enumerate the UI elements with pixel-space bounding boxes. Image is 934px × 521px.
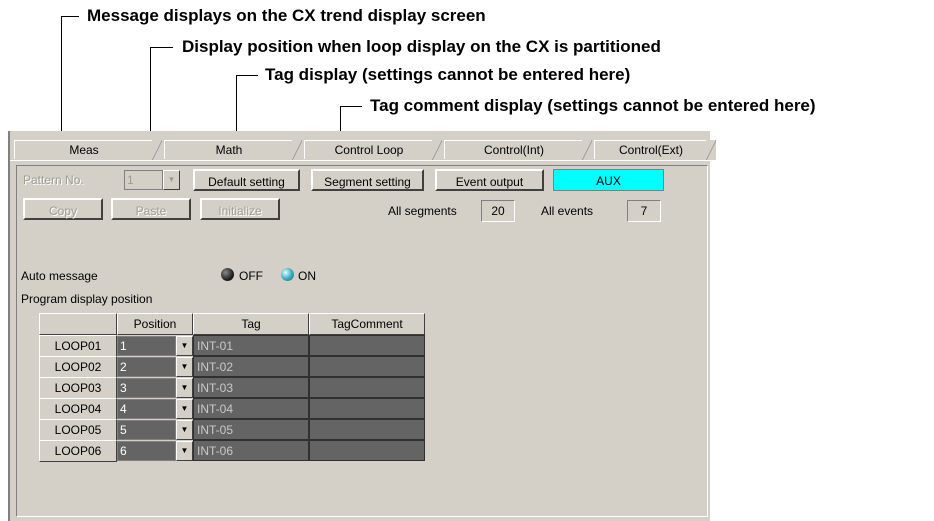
tagcomment-cell bbox=[309, 335, 425, 356]
chevron-down-icon: ▼ bbox=[163, 170, 180, 190]
leader-line-3-h bbox=[236, 75, 258, 76]
tab-control-int[interactable]: Control(Int) bbox=[444, 140, 592, 160]
leader-line-4-h bbox=[340, 106, 362, 107]
leader-line-2-h bbox=[150, 47, 173, 48]
loop-row-header: LOOP01 bbox=[39, 335, 117, 357]
aux-button[interactable]: AUX bbox=[553, 169, 664, 191]
tag-cell: INT-03 bbox=[193, 377, 309, 398]
loop-row-header: LOOP03 bbox=[39, 377, 117, 399]
tab-content: Pattern No. 1 ▼ Default setting Segment … bbox=[16, 165, 708, 517]
tab-control-loop[interactable]: Control Loop bbox=[304, 140, 442, 160]
tag-header: Tag bbox=[193, 313, 309, 335]
tagcomment-cell bbox=[309, 398, 425, 419]
auto-message-off-radio[interactable] bbox=[221, 268, 234, 281]
position-value: 5 bbox=[117, 420, 176, 440]
position-select[interactable]: 6 ▼ bbox=[117, 441, 193, 461]
callout-tag: Tag display (settings cannot be entered … bbox=[265, 65, 631, 84]
tab-math[interactable]: Math bbox=[164, 140, 302, 160]
tag-cell: INT-05 bbox=[193, 419, 309, 440]
tag-cell: INT-04 bbox=[193, 398, 309, 419]
auto-message-on-label: ON bbox=[298, 269, 316, 283]
initialize-button[interactable]: Initialize bbox=[200, 198, 280, 220]
all-segments-label: All segments bbox=[388, 204, 457, 218]
settings-window: Meas Math Control Loop Control(Int) Cont… bbox=[8, 131, 716, 521]
leader-line-1-h bbox=[61, 16, 79, 17]
tab-bar: Meas Math Control Loop Control(Int) Cont… bbox=[10, 140, 716, 160]
position-select[interactable]: 2 ▼ bbox=[117, 357, 193, 377]
tag-cell: INT-01 bbox=[193, 335, 309, 356]
position-value: 4 bbox=[117, 399, 176, 419]
tab-divider bbox=[10, 160, 710, 161]
position-select[interactable]: 1 ▼ bbox=[117, 336, 193, 356]
position-header: Position bbox=[117, 313, 193, 335]
callout-auto-message: Message displays on the CX trend display… bbox=[87, 6, 486, 25]
paste-button[interactable]: Paste bbox=[111, 198, 191, 220]
default-setting-button[interactable]: Default setting bbox=[193, 169, 300, 191]
tagcomment-cell bbox=[309, 356, 425, 377]
pattern-no-label: Pattern No. bbox=[23, 173, 84, 187]
auto-message-off-label: OFF bbox=[239, 269, 263, 283]
chevron-down-icon: ▼ bbox=[176, 378, 193, 398]
pattern-no-value: 1 bbox=[124, 170, 163, 190]
tab-control-ext[interactable]: Control(Ext) bbox=[594, 140, 716, 160]
event-output-button[interactable]: Event output bbox=[435, 169, 544, 191]
position-value: 3 bbox=[117, 378, 176, 398]
copy-button[interactable]: Copy bbox=[23, 198, 103, 220]
auto-message-label: Auto message bbox=[21, 269, 98, 283]
all-events-label: All events bbox=[541, 204, 594, 218]
position-value: 2 bbox=[117, 357, 176, 377]
tagcomment-cell bbox=[309, 419, 425, 440]
tagcomment-cell bbox=[309, 377, 425, 398]
tagcomment-cell bbox=[309, 440, 425, 461]
callout-tag-comment: Tag comment display (settings cannot be … bbox=[370, 96, 816, 115]
grid-corner bbox=[39, 313, 117, 335]
position-select[interactable]: 3 ▼ bbox=[117, 378, 193, 398]
all-segments-value: 20 bbox=[481, 200, 515, 222]
position-value: 6 bbox=[117, 441, 176, 461]
tab-meas[interactable]: Meas bbox=[14, 140, 162, 160]
loop-row-header: LOOP02 bbox=[39, 356, 117, 378]
loop-row-header: LOOP06 bbox=[39, 440, 117, 462]
all-events-value: 7 bbox=[627, 200, 661, 222]
auto-message-on-radio[interactable] bbox=[281, 268, 294, 281]
segment-setting-button[interactable]: Segment setting bbox=[311, 169, 424, 191]
callout-position: Display position when loop display on th… bbox=[182, 37, 661, 56]
chevron-down-icon: ▼ bbox=[176, 399, 193, 419]
chevron-down-icon: ▼ bbox=[176, 420, 193, 440]
loop-row-header: LOOP04 bbox=[39, 398, 117, 420]
program-display-position-label: Program display position bbox=[21, 292, 153, 306]
tagcomment-header: TagComment bbox=[309, 313, 425, 335]
position-select[interactable]: 5 ▼ bbox=[117, 420, 193, 440]
chevron-down-icon: ▼ bbox=[176, 441, 193, 461]
pattern-no-select[interactable]: 1 ▼ bbox=[124, 170, 180, 190]
chevron-down-icon: ▼ bbox=[176, 357, 193, 377]
position-value: 1 bbox=[117, 336, 176, 356]
tag-cell: INT-02 bbox=[193, 356, 309, 377]
position-select[interactable]: 4 ▼ bbox=[117, 399, 193, 419]
chevron-down-icon: ▼ bbox=[176, 336, 193, 356]
loop-row-header: LOOP05 bbox=[39, 419, 117, 441]
tag-cell: INT-06 bbox=[193, 440, 309, 461]
